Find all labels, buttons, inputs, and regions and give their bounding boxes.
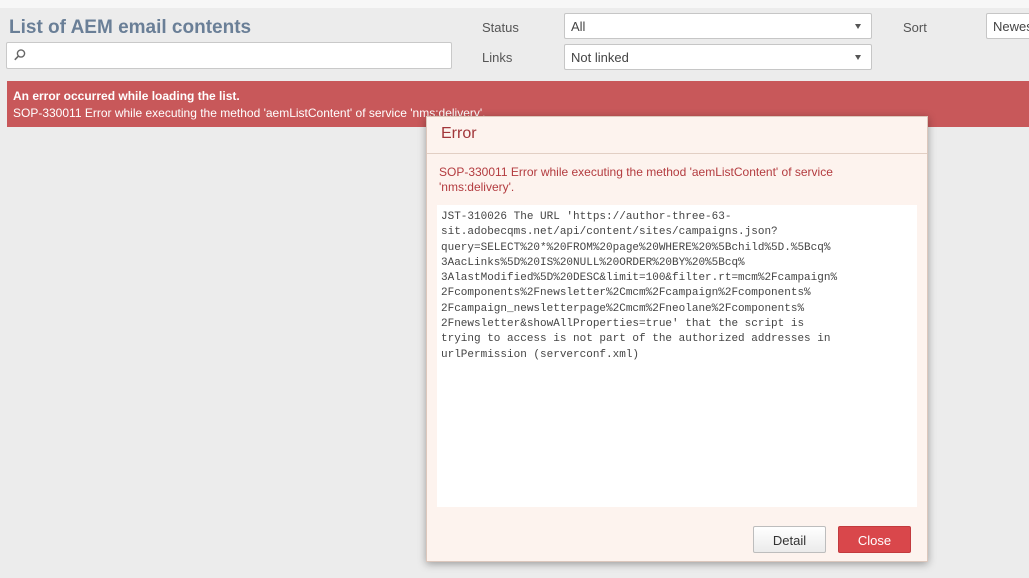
links-value: Not linked	[571, 50, 629, 65]
sort-select[interactable]: Newest	[986, 13, 1029, 39]
detail-button[interactable]: Detail	[753, 526, 826, 553]
error-banner-message: SOP-330011 Error while executing the met…	[13, 106, 486, 120]
sort-label: Sort	[903, 20, 927, 35]
dialog-detail-text[interactable]: JST-310026 The URL 'https://author-three…	[437, 205, 917, 507]
top-strip	[0, 0, 1029, 8]
page-title: List of AEM email contents	[9, 17, 252, 38]
error-dialog: Error SOP-330011 Error while executing t…	[426, 116, 928, 562]
close-button[interactable]: Close	[838, 526, 911, 553]
page: List of AEM email contents Status All Li…	[0, 0, 1029, 578]
error-banner-title: An error occurred while loading the list…	[13, 89, 240, 103]
chevron-down-icon	[855, 55, 861, 60]
sort-value: Newest	[993, 19, 1029, 34]
search-icon	[14, 49, 26, 61]
chevron-down-icon	[855, 24, 861, 29]
dialog-divider	[427, 153, 927, 154]
status-value: All	[571, 19, 586, 34]
dialog-title: Error	[441, 125, 477, 142]
links-select[interactable]: Not linked	[564, 44, 872, 70]
dialog-message: SOP-330011 Error while executing the met…	[439, 165, 833, 194]
status-label: Status	[482, 20, 519, 35]
links-label: Links	[482, 50, 513, 65]
status-select[interactable]: All	[564, 13, 872, 39]
search-input[interactable]	[6, 42, 452, 69]
